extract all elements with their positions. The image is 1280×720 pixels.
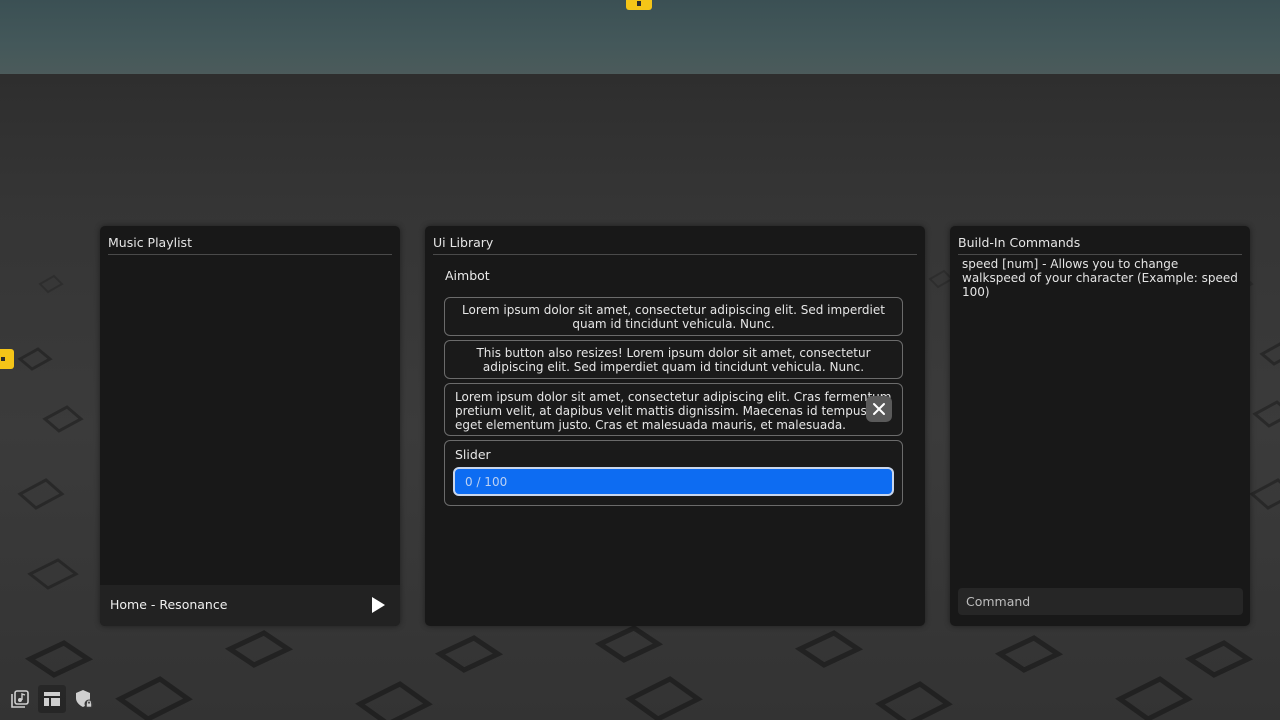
move-handle-left[interactable] <box>0 349 14 369</box>
close-button[interactable] <box>866 396 892 422</box>
section-label-aimbot: Aimbot <box>445 268 490 283</box>
music-library-icon <box>11 690 29 708</box>
music-playlist-panel: Music Playlist Home - Resonance <box>100 226 400 626</box>
commands-panel: Build-In Commands speed [num] - Allows y… <box>950 226 1250 626</box>
divider <box>958 254 1242 255</box>
layout-icon <box>44 692 60 706</box>
ui-library-title: Ui Library <box>433 235 494 250</box>
play-icon <box>372 597 385 613</box>
music-library-button[interactable] <box>6 685 34 713</box>
divider <box>108 254 392 255</box>
now-playing-bar: Home - Resonance <box>100 585 400 626</box>
skybox <box>0 0 1280 76</box>
layout-button[interactable] <box>38 685 66 713</box>
play-button[interactable] <box>368 595 388 615</box>
notification-text: Lorem ipsum dolor sit amet, consectetur … <box>455 390 892 432</box>
command-help-text: speed [num] - Allows you to change walks… <box>962 257 1238 299</box>
now-playing-track: Home - Resonance <box>110 597 228 612</box>
library-button-resizing[interactable]: This button also resizes! Lorem ipsum do… <box>444 340 903 379</box>
ui-library-panel: Ui Library Aimbot Lorem ipsum dolor sit … <box>425 226 925 626</box>
music-playlist-title: Music Playlist <box>108 235 192 250</box>
library-button-1[interactable]: Lorem ipsum dolor sit amet, consectetur … <box>444 297 903 336</box>
notification-card: Lorem ipsum dolor sit amet, consectetur … <box>444 383 903 436</box>
move-handle-top[interactable] <box>626 0 652 10</box>
shield-lock-icon <box>76 690 94 709</box>
slider-card: Slider 0 / 100 <box>444 440 903 506</box>
security-button[interactable] <box>70 685 98 713</box>
slider-label: Slider <box>455 447 491 462</box>
bottom-toolbar <box>6 685 102 713</box>
commands-title: Build-In Commands <box>958 235 1081 250</box>
close-icon <box>873 403 885 415</box>
slider-value: 0 / 100 <box>465 475 508 489</box>
divider <box>433 254 917 255</box>
command-input[interactable] <box>958 588 1243 615</box>
slider-track[interactable]: 0 / 100 <box>453 467 894 496</box>
